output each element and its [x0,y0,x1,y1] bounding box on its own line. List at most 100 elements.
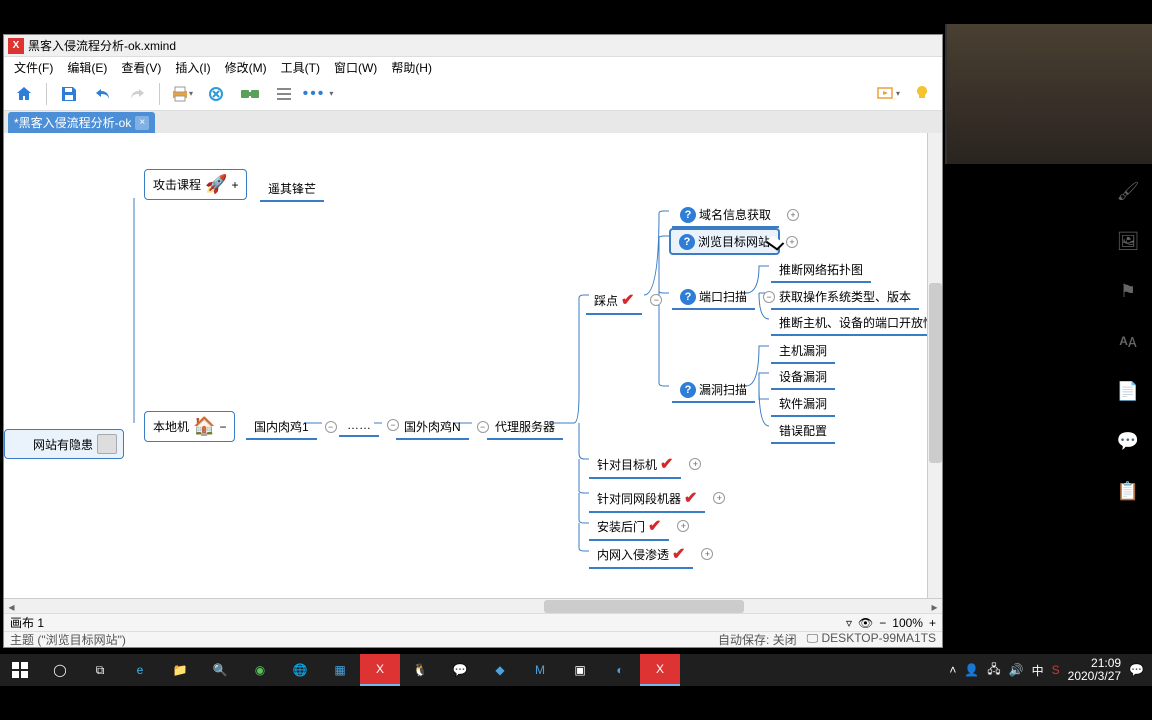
eye-icon[interactable]: 👁 [858,616,873,630]
notifications-icon[interactable]: 💬 [1129,663,1144,677]
node-open-ports[interactable]: 推断主机、设备的端口开放情况 [771,311,942,336]
search-icon[interactable]: 🔍 [200,654,240,686]
app-icon-1[interactable]: ▦ [320,654,360,686]
home-button[interactable] [10,80,38,108]
node-recon[interactable]: 踩点 ✔ − [586,287,642,315]
node-domain-info[interactable]: ?域名信息获取+ [672,203,779,228]
xmind-task-icon[interactable]: X [360,654,400,686]
expand-icon[interactable]: − [325,421,337,433]
zoom-in-button[interactable]: + [929,616,936,630]
node-os-ver[interactable]: 获取操作系统类型、版本 [771,285,919,310]
node-avoid[interactable]: 遥其锋芒 [260,177,324,202]
node-target[interactable]: 针对目标机✔+ [589,451,681,479]
node-ellipsis[interactable]: ……− [339,415,379,437]
node-host-vuln[interactable]: 主机漏洞 [771,339,835,364]
node-soft-vuln[interactable]: 软件漏洞 [771,392,835,417]
node-browse-target[interactable]: ?浏览目标网站+ [669,228,780,255]
expand-icon[interactable]: + [701,548,713,560]
comments-icon[interactable]: 💬 [1117,430,1139,452]
branch-local[interactable]: 本地机 🏠 − [144,411,235,442]
menu-file[interactable]: 文件(F) [8,57,59,78]
app-icon-3[interactable]: M [520,654,560,686]
node-backdoor[interactable]: 安装后门✔+ [589,513,669,541]
filter-icon[interactable]: ▿ [846,616,852,630]
list-button[interactable] [270,80,298,108]
node-dev-vuln[interactable]: 设备漏洞 [771,365,835,390]
volume-icon[interactable]: 🔊 [1009,663,1024,677]
task-icon[interactable]: 📋 [1117,480,1139,502]
scrollbar-thumb[interactable] [929,283,942,463]
share-button[interactable] [202,80,230,108]
app-icon-4[interactable]: ▣ [560,654,600,686]
canvas-area[interactable]: 网站有隐患 攻击课程 🚀 + 遥其锋芒 本地机 🏠 − 国内肉鸡1− ……− 国… [4,133,942,598]
browser360-icon[interactable]: ◉ [240,654,280,686]
node-lateral[interactable]: 内网入侵渗透✔+ [589,541,693,569]
zoom-out-button[interactable]: − [879,616,886,630]
expand-icon[interactable]: + [787,209,799,221]
root-topic-cut[interactable]: 网站有隐患 [4,429,124,459]
expand-icon[interactable]: − [219,420,226,434]
menu-edit[interactable]: 编辑(E) [61,57,113,78]
menu-view[interactable]: 查看(V) [115,57,167,78]
node-subnet[interactable]: 针对同网段机器✔+ [589,485,705,513]
start-button[interactable] [0,654,40,686]
ime-icon[interactable]: 中 [1032,662,1044,679]
node-topology[interactable]: 推断网络拓扑图 [771,258,871,283]
menu-insert[interactable]: 插入(I) [169,57,216,78]
more-button[interactable]: •••▾ [304,80,332,108]
save-button[interactable] [55,80,83,108]
node-vuln-scan[interactable]: ?漏洞扫描 [672,378,755,403]
app-icon-5[interactable]: ◐ [600,654,640,686]
people-icon[interactable]: 👤 [964,663,979,677]
sogou-icon[interactable]: S [1052,663,1060,677]
image-icon[interactable]: 🖼 [1117,230,1139,252]
chrome-icon[interactable]: 🌐 [280,654,320,686]
taskview-button[interactable]: ⧉ [80,654,120,686]
marker-icon[interactable]: ⚑ [1117,280,1139,302]
wechat-icon[interactable]: 💬 [440,654,480,686]
menu-modify[interactable]: 修改(M) [219,57,273,78]
node-chicken1[interactable]: 国内肉鸡1− [246,415,317,440]
scroll-left-button[interactable]: ◂ [4,599,19,614]
redo-button[interactable] [123,80,151,108]
expand-icon[interactable]: + [786,236,798,248]
expand-icon[interactable]: + [231,178,238,192]
scroll-right-button[interactable]: ▸ [927,599,942,614]
expand-icon[interactable]: + [677,520,689,532]
idea-button[interactable] [908,80,936,108]
node-chickenN[interactable]: 国外肉鸡N− [396,415,469,440]
menu-window[interactable]: 窗口(W) [328,57,383,78]
sheet-name[interactable]: 画布 1 [10,614,44,631]
undo-button[interactable] [89,80,117,108]
node-misconfig[interactable]: 错误配置 [771,419,835,444]
node-port-scan[interactable]: ?端口扫描− [672,285,755,310]
tab-close-button[interactable]: × [135,116,149,130]
notes-icon[interactable]: 📄 [1117,380,1139,402]
menu-help[interactable]: 帮助(H) [385,57,438,78]
present-button[interactable]: ▾ [874,80,902,108]
vertical-scrollbar[interactable] [927,133,942,598]
link-button[interactable] [236,80,264,108]
node-proxy[interactable]: 代理服务器 [487,415,563,440]
scrollbar-thumb[interactable] [544,600,744,613]
branch-attack[interactable]: 攻击课程 🚀 + [144,169,247,200]
app-icon-2[interactable]: ◆ [480,654,520,686]
menu-tools[interactable]: 工具(T) [275,57,326,78]
qq-icon[interactable]: 🐧 [400,654,440,686]
expand-icon[interactable]: + [713,492,725,504]
system-tray[interactable]: ˄ 👤 🖧 🔊 中 S 21:09 2020/3/27 💬 [941,657,1152,683]
cortana-button[interactable]: ◯ [40,654,80,686]
format-icon[interactable]: 🖌 [1117,180,1139,202]
clock[interactable]: 21:09 2020/3/27 [1068,657,1121,683]
font-icon[interactable]: Aᴀ [1117,330,1139,352]
tray-up-icon[interactable]: ˄ [949,663,956,677]
expand-icon[interactable]: − [650,294,662,306]
network-icon[interactable]: 🖧 [987,660,1000,681]
document-tab[interactable]: *黑客入侵流程分析-ok × [8,112,155,133]
expand-icon[interactable]: + [689,458,701,470]
edge-icon[interactable]: e [120,654,160,686]
print-button[interactable]: ▾ [168,80,196,108]
horizontal-scrollbar[interactable]: ◂ ▸ [4,598,942,613]
explorer-icon[interactable]: 📁 [160,654,200,686]
xmind-task-icon-2[interactable]: X [640,654,680,686]
